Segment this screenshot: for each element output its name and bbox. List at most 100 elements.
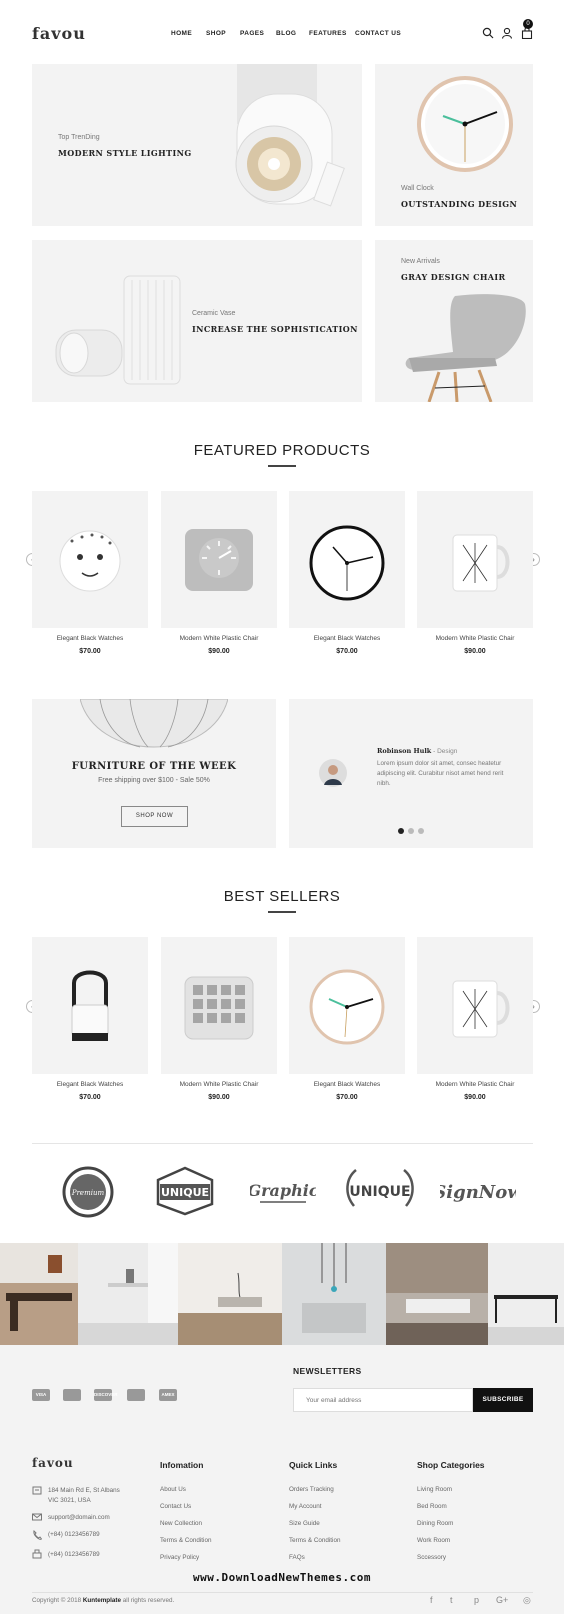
site-logo[interactable]: favou [32,24,86,43]
footer-link[interactable]: Terms & Condition [160,1537,211,1544]
user-icon[interactable] [501,27,513,39]
hero-card-lighting[interactable]: Top TrenDing MODERN STYLE LIGHTING [32,64,362,226]
product-name[interactable]: Elegant Black Watches [289,1081,405,1088]
footer-link[interactable]: FAQs [289,1554,305,1561]
product-card[interactable] [417,491,533,628]
footer-logo[interactable]: favou [32,1456,74,1470]
footer-link[interactable]: Size Guide [289,1520,320,1527]
gallery-image[interactable] [282,1243,386,1345]
product-name[interactable]: Modern White Plastic Chair [161,635,277,642]
copyright-suffix: all rights reserved. [122,1597,175,1604]
product-price: $90.00 [208,648,230,655]
hero-subtitle: Ceramic Vase [192,310,236,317]
footer-link[interactable]: Dining Room [417,1520,453,1527]
facebook-icon[interactable]: f [430,1595,433,1605]
copyright: Copyright © 2018 Kuntemplate all rights … [32,1597,174,1604]
footer-link[interactable]: Living Room [417,1486,452,1493]
brand-logo-unique-2[interactable]: UNIQUE [344,1166,416,1216]
footer-link[interactable]: Bed Room [417,1503,447,1510]
product-name[interactable]: Modern White Plastic Chair [161,1081,277,1088]
title-underline [268,911,296,913]
footer-link[interactable]: Terms & Condition [289,1537,340,1544]
nav-blog[interactable]: BLOG [276,30,296,37]
copyright-brand[interactable]: Kuntemplate [83,1597,121,1604]
subscribe-button[interactable]: SUBSCRIBE [473,1388,533,1412]
footer-link[interactable]: Work Room [417,1537,450,1544]
paypal-icon [63,1389,81,1401]
footer-phone-2[interactable]: (+84) 0123456789 [48,1551,100,1558]
search-icon[interactable] [482,27,494,39]
google-plus-icon[interactable]: G+ [496,1595,508,1605]
footer-phone[interactable]: (+84) 0123456789 [48,1531,100,1538]
instagram-icon[interactable]: ◎ [523,1595,531,1606]
newsletter-email-input[interactable] [293,1388,473,1412]
product-name[interactable]: Modern White Plastic Chair [417,1081,533,1088]
brand-label: SignNow [440,1182,516,1203]
mug-image [452,534,510,592]
product-card[interactable] [289,491,405,628]
carousel-dot-active[interactable] [398,828,404,834]
shop-now-button[interactable]: SHOP NOW [121,806,188,827]
footer-address: 184 Main Rd E, St Albans VIC 3021, USA [48,1487,120,1504]
building-icon [32,1486,42,1495]
product-card[interactable] [32,491,148,628]
footer-link[interactable]: New Collection [160,1520,202,1527]
hero-card-clock[interactable]: Wall Clock OUTSTANDING DESIGN [375,64,533,226]
gallery-image[interactable] [178,1243,282,1345]
footer-link[interactable]: Contact Us [160,1503,191,1510]
nav-shop[interactable]: SHOP [206,30,226,37]
bestsellers-title: BEST SELLERS [223,888,341,905]
cart-count-badge: 0 [523,19,533,29]
hero-card-vase[interactable]: Ceramic Vase INCREASE THE SOPHISTICATION [32,240,362,402]
product-name[interactable]: Elegant Black Watches [32,635,148,642]
testimonial-author: Robinson Hulk - Design [377,747,457,755]
spotlight-image [235,64,345,207]
gallery-image[interactable] [0,1243,78,1345]
brand-logo-premium[interactable]: Premium [62,1166,114,1218]
nav-pages[interactable]: PAGES [240,30,264,37]
brand-label: Premium [71,1189,105,1197]
product-name[interactable]: Elegant Black Watches [289,635,405,642]
product-card[interactable] [161,491,277,628]
footer-link[interactable]: Sccessory [417,1554,446,1561]
product-price: $90.00 [464,648,486,655]
product-card[interactable] [417,937,533,1074]
fax-icon [32,1549,42,1559]
product-name[interactable]: Modern White Plastic Chair [417,635,533,642]
product-name[interactable]: Elegant Black Watches [32,1081,148,1088]
product-price: $70.00 [79,1094,101,1101]
visa-icon: VISA [32,1389,50,1401]
gallery-image[interactable] [488,1243,564,1345]
carousel-dot[interactable] [418,828,424,834]
footer-link[interactable]: Orders Tracking [289,1486,334,1493]
product-card[interactable] [32,937,148,1074]
product-price: $70.00 [336,648,358,655]
hero-card-chair[interactable]: New Arrivals GRAY DESIGN CHAIR [375,240,533,402]
footer-link[interactable]: Privacy Policy [160,1554,199,1561]
gallery-image[interactable] [386,1243,488,1345]
wall-clock-image [417,76,513,172]
brand-logo-unique[interactable]: UNIQUE [154,1166,216,1216]
testimonial-card: Robinson Hulk - Design Lorem ipsum dolor… [289,699,533,848]
product-card[interactable] [161,937,277,1074]
footer-email[interactable]: support@domain.com [48,1514,110,1521]
nav-contact[interactable]: CONTACT US [355,30,401,37]
twitter-icon[interactable]: t [450,1595,453,1605]
pinterest-icon[interactable]: p [474,1595,479,1605]
nav-features[interactable]: FEATURES [309,30,347,37]
gallery-image[interactable] [78,1243,178,1345]
brand-logo-signnow[interactable]: SignNow [440,1166,516,1216]
brand-logo-graphic[interactable]: Graphic [250,1166,316,1216]
footer-link[interactable]: My Account [289,1503,322,1510]
footer-link[interactable]: About Us [160,1486,186,1493]
carousel-dot[interactable] [408,828,414,834]
vase-image [55,275,181,385]
product-card[interactable] [289,937,405,1074]
brand-label: Graphic [250,1181,316,1200]
nav-home[interactable]: HOME [171,30,192,37]
title-underline [268,465,296,467]
product-price: $90.00 [464,1094,486,1101]
mug-image [452,980,510,1038]
hero-title: INCREASE THE SOPHISTICATION [192,324,358,334]
divider [32,1592,533,1593]
